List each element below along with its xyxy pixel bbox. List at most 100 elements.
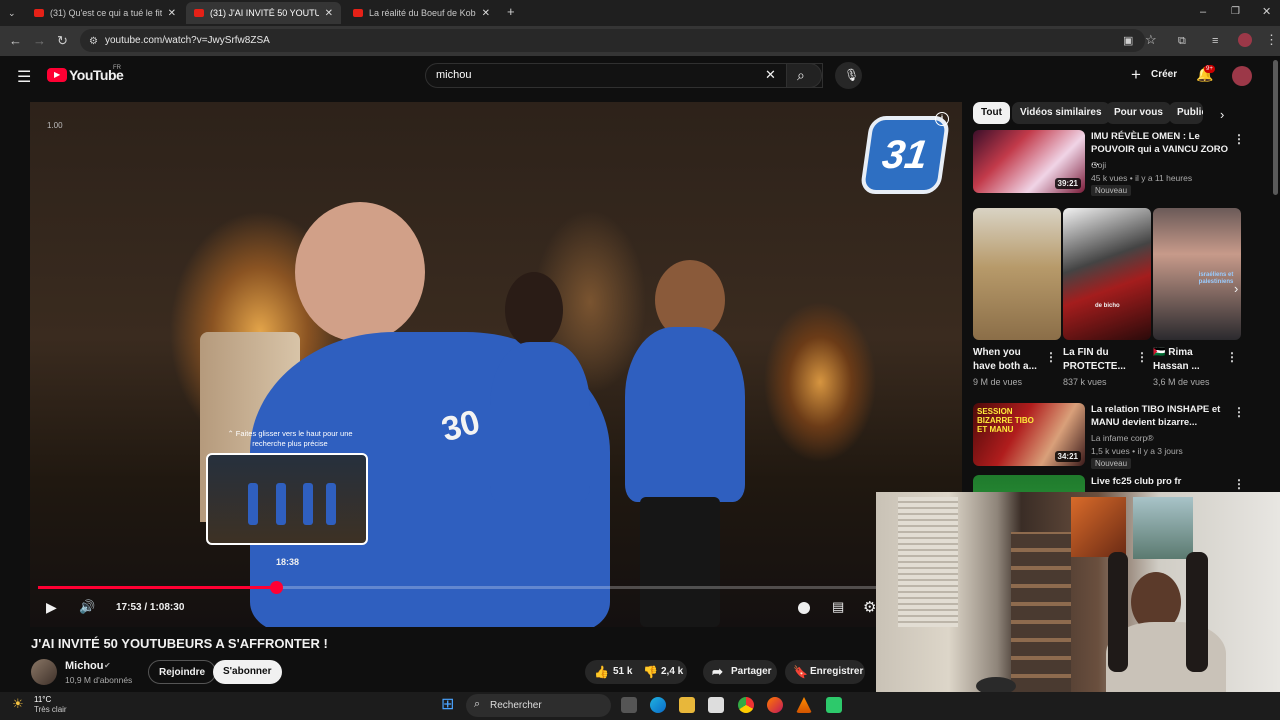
store-icon[interactable] xyxy=(708,697,724,713)
video-title[interactable]: Live fc25 club pro fr xyxy=(1091,475,1231,488)
file-explorer-icon[interactable] xyxy=(679,697,695,713)
chip-published[interactable]: Publié xyxy=(1169,102,1203,124)
maximize-icon[interactable]: ❐ xyxy=(1231,5,1240,19)
woman-legs xyxy=(640,497,720,627)
close-window-icon[interactable]: ✕ xyxy=(1262,5,1271,19)
menu-icon[interactable]: ☰ xyxy=(17,67,31,87)
short-views: 9 M de vues xyxy=(973,377,1023,387)
create-plus-icon[interactable]: + xyxy=(1131,65,1141,85)
short-more-options-icon[interactable]: ⋮ xyxy=(1136,350,1148,364)
woman-shirt xyxy=(490,342,590,502)
short-thumbnail-1[interactable] xyxy=(973,208,1061,340)
page-scrollbar[interactable] xyxy=(1273,60,1278,195)
create-button[interactable]: Créer xyxy=(1151,69,1177,80)
join-button[interactable]: Rejoindre xyxy=(148,660,217,684)
task-view-icon[interactable] xyxy=(621,697,637,713)
autoplay-toggle-icon[interactable] xyxy=(798,602,810,614)
video-title[interactable]: La relation TIBO INSHAPE et MANU devient… xyxy=(1091,403,1231,429)
channel-avatar[interactable] xyxy=(31,659,57,685)
short-title[interactable]: 🇵🇸 Rima Hassan ... xyxy=(1153,346,1225,374)
video-title[interactable]: IMU RÉVÈLE OMEN : Le POUVOIR qui a VAINC… xyxy=(1091,130,1231,169)
site-info-icon[interactable]: ⚙ xyxy=(89,35,98,49)
account-avatar[interactable] xyxy=(1232,66,1252,86)
bookshelf xyxy=(1011,532,1071,692)
chrome-menu-icon[interactable]: ⋮ xyxy=(1265,33,1278,47)
chip-all[interactable]: Tout xyxy=(973,102,1010,124)
more-options-icon[interactable]: ⋮ xyxy=(1233,405,1245,419)
like-count[interactable]: 51 k xyxy=(613,660,632,684)
progress-bar[interactable] xyxy=(38,581,954,594)
taskbar-search[interactable]: Rechercher xyxy=(466,694,611,717)
new-tab-button[interactable]: + xyxy=(507,5,515,19)
chips-next-chevron-icon[interactable]: › xyxy=(1220,107,1224,122)
settings-gear-icon[interactable]: ⚙ xyxy=(863,598,876,616)
clear-search-icon[interactable]: ✕ xyxy=(765,67,776,83)
browser-tab-3[interactable]: La réalité du Boeuf de Kobe jap ✕ xyxy=(345,2,498,24)
tab-search-icon[interactable]: ⌄ xyxy=(8,6,16,20)
back-icon[interactable]: ← xyxy=(9,34,22,48)
app-icon[interactable] xyxy=(826,697,842,713)
channel-name[interactable]: Michou xyxy=(65,660,104,672)
preview-person xyxy=(326,483,336,525)
related-video[interactable]: 39:21 IMU RÉVÈLE OMEN : Le POUVOIR qui a… xyxy=(973,130,1258,200)
shorts-next-chevron-icon[interactable]: › xyxy=(1234,281,1238,296)
tab-close-icon[interactable]: ✕ xyxy=(482,8,490,19)
profile-avatar[interactable] xyxy=(1238,33,1252,47)
info-icon[interactable]: i xyxy=(935,112,949,126)
subtitles-icon[interactable]: ▤ xyxy=(832,599,844,615)
poster xyxy=(1071,497,1126,557)
extensions-icon[interactable]: ⧉ xyxy=(1178,34,1186,48)
chip-for-you[interactable]: Pour vous xyxy=(1106,102,1171,124)
windows-start-icon[interactable]: ⊞ xyxy=(441,697,454,713)
short-thumbnail-2[interactable]: de bicho xyxy=(1063,208,1151,340)
video-channel[interactable]: La infame corp® xyxy=(1091,432,1154,444)
install-app-icon[interactable]: ▣ xyxy=(1123,34,1133,48)
search-button[interactable]: ⌕ xyxy=(786,63,822,88)
speed-overlay: 1.00 xyxy=(47,121,63,130)
chip-similar[interactable]: Vidéos similaires xyxy=(1012,102,1110,124)
short-more-options-icon[interactable]: ⋮ xyxy=(1226,350,1238,364)
preview-person xyxy=(303,483,313,525)
edge-icon[interactable] xyxy=(650,697,666,713)
related-video[interactable]: Live fc25 club pro fr ⋮ xyxy=(973,475,1258,493)
url-field[interactable]: youtube.com/watch?v=JwySrfw8ZSA xyxy=(80,29,1145,52)
video-thumbnail[interactable]: SESSION BIZARRE TIBO ET MANU 34:21 xyxy=(973,403,1085,466)
more-options-icon[interactable]: ⋮ xyxy=(1233,132,1245,146)
voice-search-button[interactable]: 🎙 xyxy=(835,62,862,89)
forward-icon[interactable]: → xyxy=(33,34,46,48)
reload-icon[interactable]: ↻ xyxy=(57,34,68,48)
preview-time: 18:38 xyxy=(276,557,300,567)
media-icon[interactable]: ≡ xyxy=(1212,34,1218,48)
video-thumbnail[interactable] xyxy=(973,475,1085,493)
browser-tab-2[interactable]: (31) J'AI INVITÉ 50 YOUTUBEUR ✕ xyxy=(186,2,341,24)
thumbs-up-icon[interactable]: 👍 xyxy=(594,660,609,684)
share-button[interactable]: ➦ Partager xyxy=(703,660,777,684)
thumbs-down-icon[interactable]: 👎 xyxy=(643,660,658,684)
weather-icon[interactable]: ☀ xyxy=(12,696,24,712)
weather-temp[interactable]: 11°C xyxy=(34,695,51,704)
save-button[interactable]: 🔖 Enregistrer xyxy=(785,660,865,684)
short-thumbnail-3[interactable]: israéliens et palestiniens xyxy=(1153,208,1241,340)
search-input[interactable]: michou xyxy=(425,63,823,88)
bookmark-star-icon[interactable]: ☆ xyxy=(1145,33,1157,47)
minimize-icon[interactable]: – xyxy=(1200,5,1206,19)
firefox-icon[interactable] xyxy=(767,697,783,713)
related-video[interactable]: SESSION BIZARRE TIBO ET MANU 34:21 La re… xyxy=(973,403,1258,473)
video-thumbnail[interactable]: 39:21 xyxy=(973,130,1085,193)
woman-head xyxy=(505,272,563,348)
more-options-icon[interactable]: ⋮ xyxy=(1233,477,1245,491)
short-title[interactable]: When you have both a... xyxy=(973,346,1045,374)
short-title[interactable]: La FIN du PROTECTE... xyxy=(1063,346,1135,374)
play-triangle-icon: ▶ xyxy=(54,70,61,79)
browser-tab-1[interactable]: (31) Qu'est ce qui a tué le fitgen ✕ xyxy=(26,2,184,24)
tab-close-icon[interactable]: ✕ xyxy=(325,8,333,19)
video-player[interactable]: 1.00 30 31 i ⌃ Faites glisser vers le ha… xyxy=(30,102,962,627)
tab-close-icon[interactable]: ✕ xyxy=(168,8,176,19)
play-icon[interactable]: ▶ xyxy=(46,599,57,616)
subscribe-button[interactable]: S'abonner xyxy=(213,660,282,684)
short-more-options-icon[interactable]: ⋮ xyxy=(1045,350,1057,364)
volume-icon[interactable]: 🔊 xyxy=(79,599,95,615)
chrome-icon[interactable] xyxy=(738,697,754,713)
video-channel[interactable]: Goji xyxy=(1091,159,1106,171)
vlc-icon[interactable] xyxy=(796,697,812,713)
